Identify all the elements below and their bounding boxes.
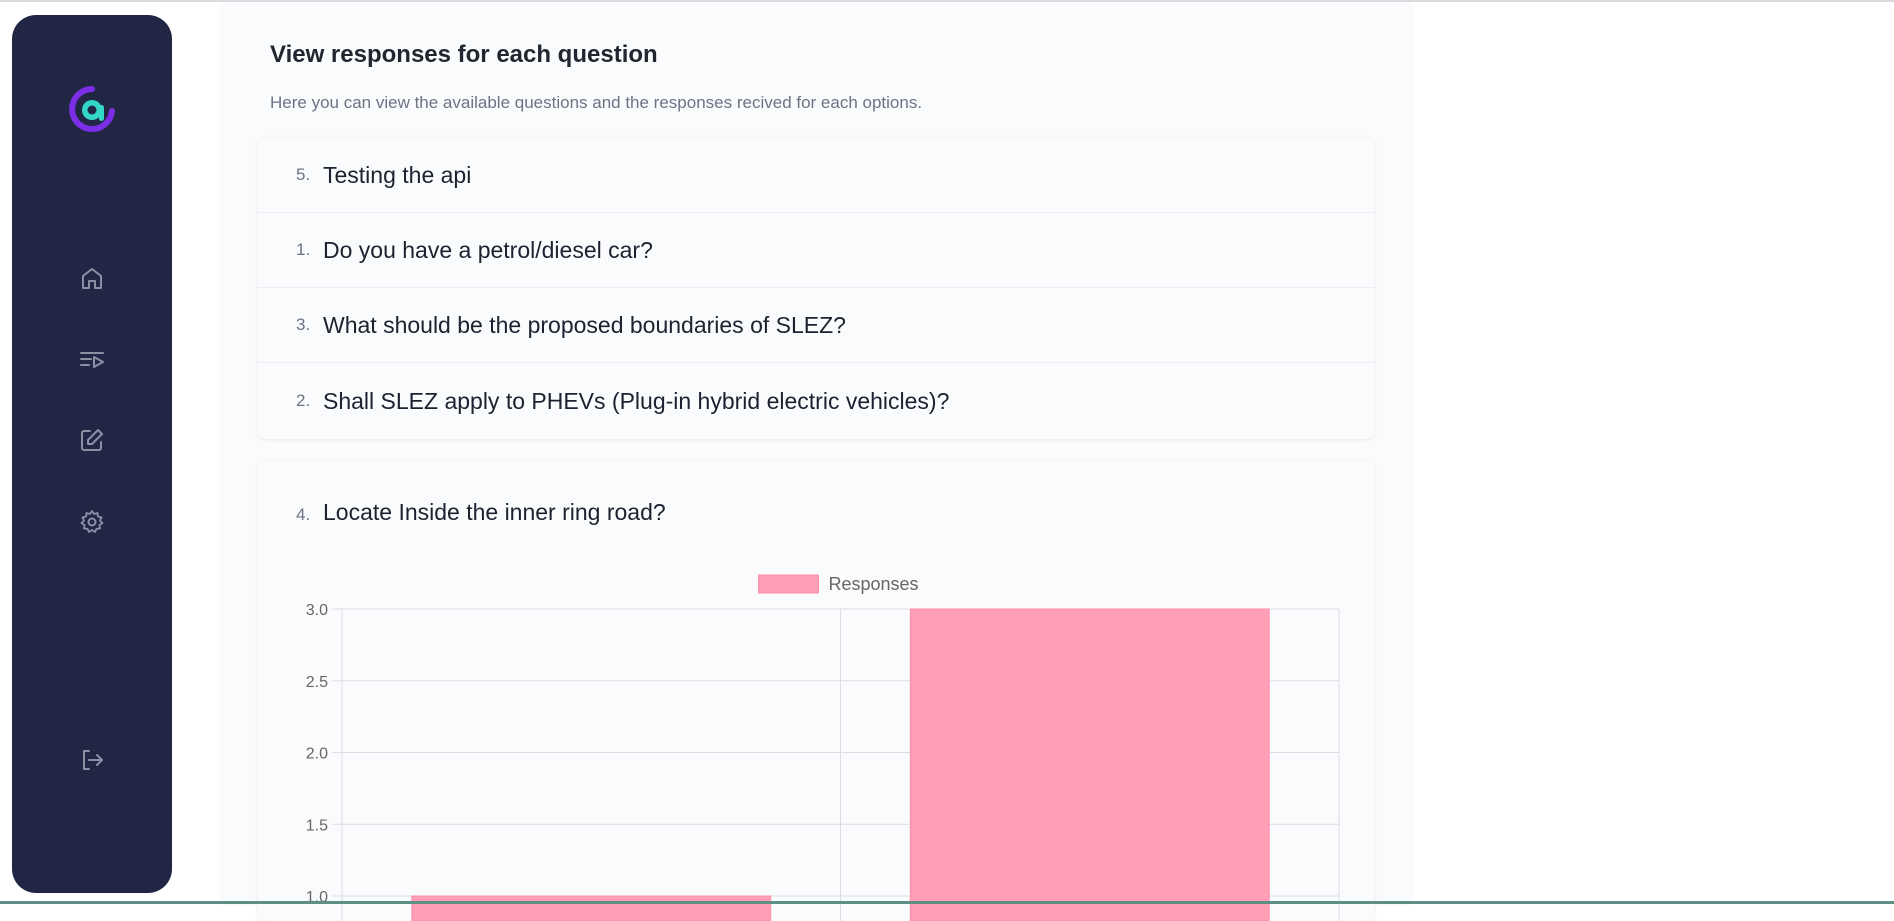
page-title: View responses for each question xyxy=(270,41,658,68)
logout-icon[interactable] xyxy=(78,746,106,774)
gear-icon[interactable] xyxy=(78,508,106,536)
y-tick-label: 1.5 xyxy=(306,817,328,834)
question-number: 2. xyxy=(296,391,311,410)
bar xyxy=(909,608,1270,921)
question-item[interactable]: 2. Shall SLEZ apply to PHEVs (Plug-in hy… xyxy=(258,363,1374,439)
question-item[interactable]: 5. Testing the api xyxy=(258,138,1374,213)
question-number: 1. xyxy=(296,240,311,259)
legend-swatch xyxy=(758,574,819,594)
page-subtitle: Here you can view the available question… xyxy=(270,93,923,112)
question-item[interactable]: 3. What should be the proposed boundarie… xyxy=(258,288,1374,363)
y-tick-label: 3.0 xyxy=(306,602,328,619)
responses-bar-chart: 3.02.52.01.51.0Responses xyxy=(306,574,1340,921)
question-text: Testing the api xyxy=(323,161,472,188)
main-panel: View responses for each question Here yo… xyxy=(222,5,1412,921)
legend-label: Responses xyxy=(829,574,919,594)
expanded-question-card[interactable]: 4. Locate Inside the inner ring road? 3.… xyxy=(258,461,1374,921)
edit-icon[interactable] xyxy=(78,426,106,454)
top-border xyxy=(0,0,1894,2)
y-tick-label: 2.5 xyxy=(306,674,328,691)
question-item[interactable]: 1. Do you have a petrol/diesel car? xyxy=(258,213,1374,288)
question-number: 3. xyxy=(296,315,311,334)
home-icon[interactable] xyxy=(78,264,106,292)
bar xyxy=(411,895,772,921)
y-tick-label: 2.0 xyxy=(306,746,328,763)
question-number: 5. xyxy=(296,165,311,184)
app-logo[interactable] xyxy=(68,85,116,133)
question-text: Do you have a petrol/diesel car? xyxy=(323,236,653,263)
question-text: Shall SLEZ apply to PHEVs (Plug-in hybri… xyxy=(323,387,950,414)
sidebar xyxy=(12,15,172,893)
question-list: 5. Testing the api 1. Do you have a petr… xyxy=(258,138,1374,439)
playlist-icon[interactable] xyxy=(78,345,106,373)
question-text: What should be the proposed boundaries o… xyxy=(323,311,846,338)
